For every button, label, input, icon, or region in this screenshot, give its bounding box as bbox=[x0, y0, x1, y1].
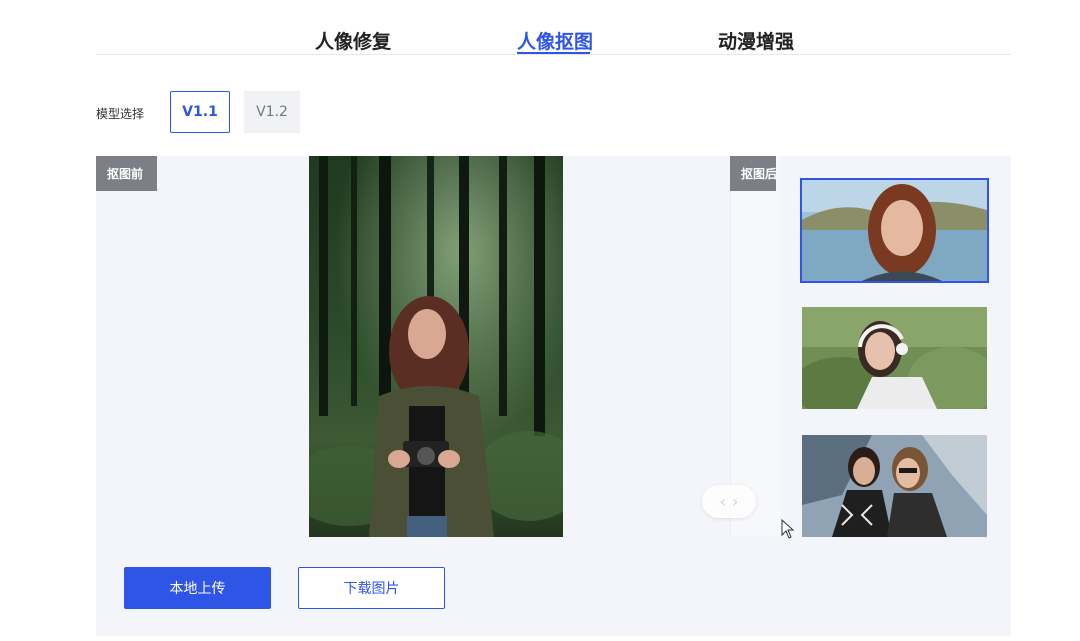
sample-thumbnail-1[interactable] bbox=[800, 178, 989, 283]
photo-woman-headphones-grass bbox=[802, 307, 987, 409]
photo-red-haired-woman-lake bbox=[802, 180, 987, 281]
tab-anime-enhance[interactable]: 动漫增强 bbox=[718, 27, 794, 54]
before-label-badge: 抠图前 bbox=[96, 156, 157, 191]
sample-thumbnail-2[interactable] bbox=[802, 307, 987, 409]
tab-bar: 人像修复 人像抠图 动漫增强 bbox=[96, 0, 1011, 55]
chevron-left-icon: ‹ bbox=[719, 492, 726, 511]
sample-thumbnail-3[interactable] bbox=[802, 435, 987, 537]
chevron-right-icon: › bbox=[732, 492, 739, 511]
compare-slider-handle[interactable]: ‹ › bbox=[702, 485, 756, 518]
main-photo bbox=[309, 156, 563, 537]
active-tab-indicator bbox=[517, 52, 590, 54]
version-v1-1-button[interactable]: V1.1 bbox=[170, 91, 230, 133]
after-preview-strip bbox=[730, 156, 780, 537]
version-v1-2-button[interactable]: V1.2 bbox=[244, 91, 300, 133]
photo-woman-camera-forest bbox=[309, 156, 563, 537]
mouse-pointer-icon bbox=[781, 519, 795, 539]
after-label-badge: 抠图后 bbox=[730, 156, 776, 191]
tab-portrait-matting[interactable]: 人像抠图 bbox=[517, 27, 593, 54]
model-select-label: 模型选择 bbox=[96, 107, 145, 121]
download-image-button[interactable]: 下载图片 bbox=[298, 567, 445, 609]
local-upload-button[interactable]: 本地上传 bbox=[124, 567, 271, 609]
photo-couple-rocks bbox=[802, 435, 987, 537]
tab-portrait-repair[interactable]: 人像修复 bbox=[315, 27, 391, 54]
